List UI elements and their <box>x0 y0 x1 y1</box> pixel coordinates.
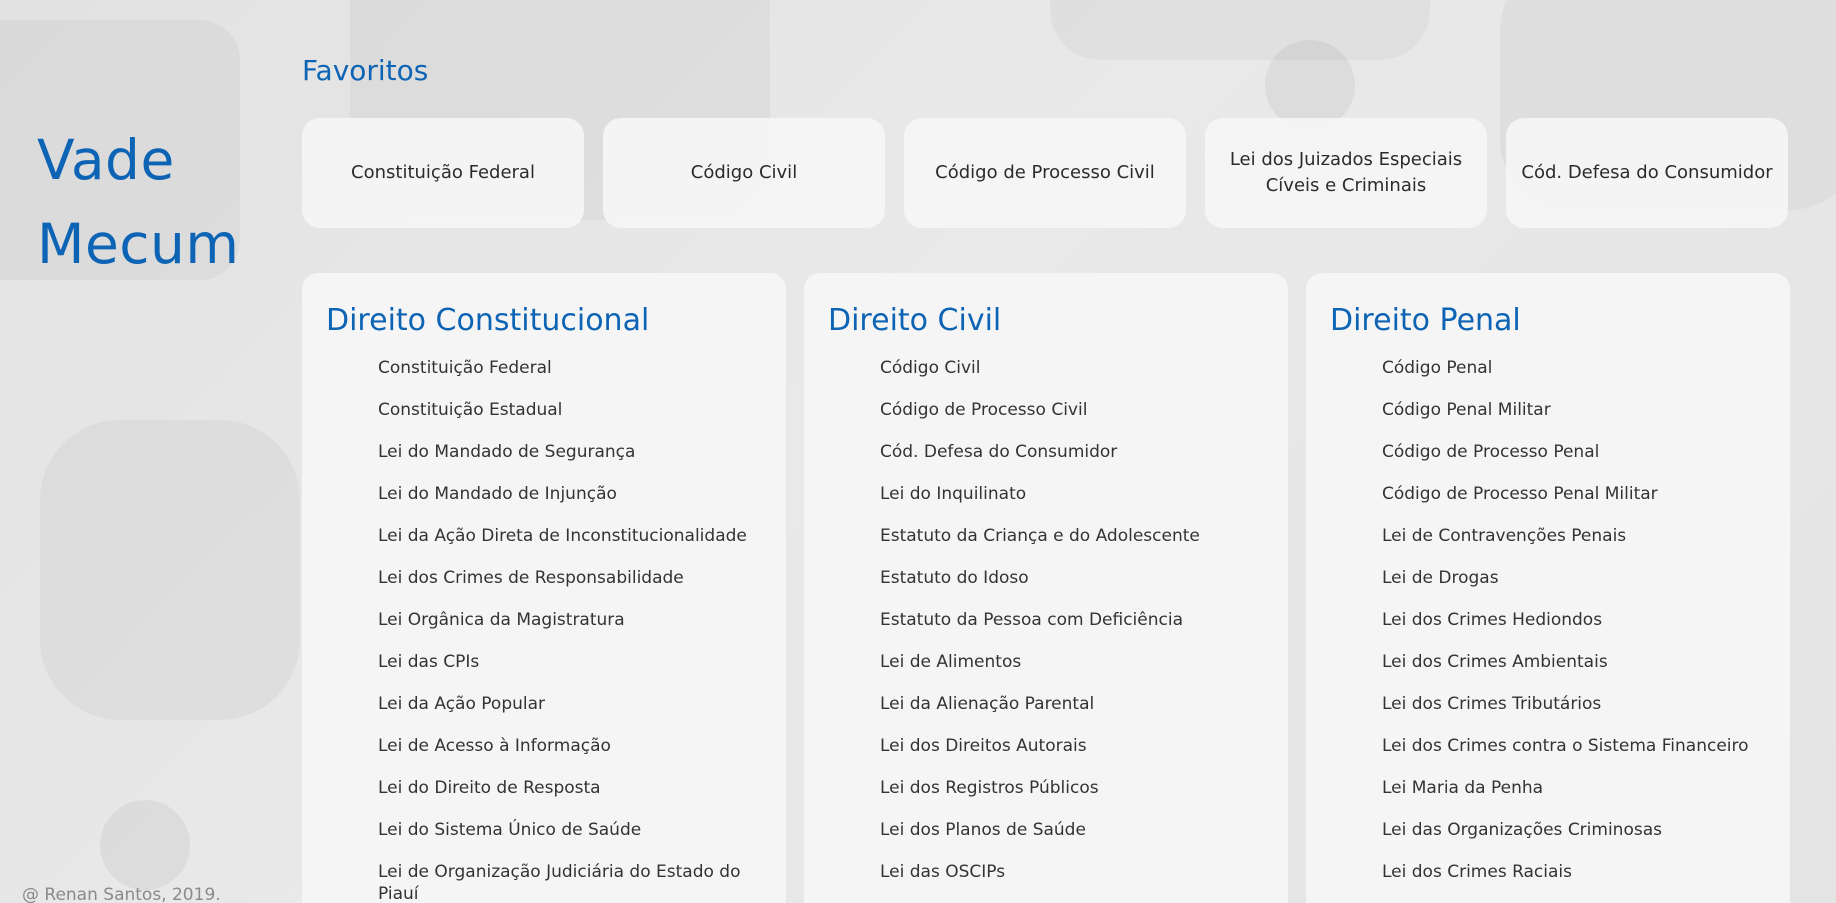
law-link[interactable]: Lei dos Crimes Raciais <box>1382 861 1790 903</box>
law-link[interactable]: Código de Processo Civil <box>880 399 1288 441</box>
law-link[interactable]: Código Penal <box>1382 357 1790 399</box>
law-link[interactable]: Lei da Ação Popular <box>378 693 786 735</box>
law-link[interactable]: Constituição Federal <box>378 357 786 399</box>
law-list: Constituição Federal Constituição Estadu… <box>326 357 786 903</box>
law-link[interactable]: Lei dos Direitos Autorais <box>880 735 1288 777</box>
section-title: Direito Constitucional <box>326 303 650 338</box>
law-link[interactable]: Código de Processo Penal <box>1382 441 1790 483</box>
copyright-footer: @ Renan Santos, 2019. <box>22 885 221 903</box>
favorite-card-constituicao-federal[interactable]: Constituição Federal <box>302 118 584 228</box>
law-link[interactable]: Código Civil <box>880 357 1288 399</box>
law-link[interactable]: Lei da Ação Direta de Inconstitucionalid… <box>378 525 786 567</box>
law-link[interactable]: Código de Processo Penal Militar <box>1382 483 1790 525</box>
law-link[interactable]: Lei de Contravenções Penais <box>1382 525 1790 567</box>
law-link[interactable]: Lei de Organização Judiciária do Estado … <box>378 861 786 903</box>
law-link[interactable]: Lei Orgânica da Magistratura <box>378 609 786 651</box>
law-link[interactable]: Cód. Defesa do Consumidor <box>880 441 1288 483</box>
law-link[interactable]: Lei dos Crimes Tributários <box>1382 693 1790 735</box>
law-list: Código Civil Código de Processo Civil Có… <box>828 357 1288 903</box>
law-link[interactable]: Lei do Direito de Resposta <box>378 777 786 819</box>
favorite-card-codigo-processo-civil[interactable]: Código de Processo Civil <box>904 118 1186 228</box>
law-list: Código Penal Código Penal Militar Código… <box>1330 357 1790 903</box>
law-link[interactable]: Lei das CPIs <box>378 651 786 693</box>
law-link[interactable]: Lei do Sistema Único de Saúde <box>378 819 786 861</box>
law-link[interactable]: Lei das OSCIPs <box>880 861 1288 903</box>
law-link[interactable]: Estatuto da Pessoa com Deficiência <box>880 609 1288 651</box>
law-link[interactable]: Lei dos Crimes de Responsabilidade <box>378 567 786 609</box>
app-title-line-1: Vade <box>37 128 175 192</box>
app-title-line-2: Mecum <box>37 212 240 276</box>
favorites-heading: Favoritos <box>302 54 429 87</box>
law-link[interactable]: Lei dos Crimes Ambientais <box>1382 651 1790 693</box>
law-link[interactable]: Constituição Estadual <box>378 399 786 441</box>
section-title: Direito Penal <box>1330 303 1521 338</box>
law-link[interactable]: Lei de Alimentos <box>880 651 1288 693</box>
section-panel-direito-constitucional: Direito Constitucional Constituição Fede… <box>302 273 786 903</box>
favorite-card-juizados-especiais[interactable]: Lei dos Juizados Especiais Cíveis e Crim… <box>1205 118 1487 228</box>
favorite-card-codigo-civil[interactable]: Código Civil <box>603 118 885 228</box>
law-link[interactable]: Lei dos Crimes contra o Sistema Financei… <box>1382 735 1790 777</box>
section-panel-direito-civil: Direito Civil Código Civil Código de Pro… <box>804 273 1288 903</box>
law-link[interactable]: Lei Maria da Penha <box>1382 777 1790 819</box>
section-panel-direito-penal: Direito Penal Código Penal Código Penal … <box>1306 273 1790 903</box>
law-link[interactable]: Lei das Organizações Criminosas <box>1382 819 1790 861</box>
favorite-card-defesa-consumidor[interactable]: Cód. Defesa do Consumidor <box>1506 118 1788 228</box>
law-link[interactable]: Lei de Drogas <box>1382 567 1790 609</box>
law-link[interactable]: Lei dos Planos de Saúde <box>880 819 1288 861</box>
law-link[interactable]: Estatuto da Criança e do Adolescente <box>880 525 1288 567</box>
law-link[interactable]: Estatuto do Idoso <box>880 567 1288 609</box>
law-link[interactable]: Lei do Mandado de Injunção <box>378 483 786 525</box>
law-link[interactable]: Lei do Inquilinato <box>880 483 1288 525</box>
law-link[interactable]: Código Penal Militar <box>1382 399 1790 441</box>
law-link[interactable]: Lei do Mandado de Segurança <box>378 441 786 483</box>
app-title: Vade Mecum <box>37 118 239 286</box>
law-link[interactable]: Lei dos Crimes Hediondos <box>1382 609 1790 651</box>
section-title: Direito Civil <box>828 303 1002 338</box>
law-link[interactable]: Lei de Acesso à Informação <box>378 735 786 777</box>
law-link[interactable]: Lei dos Registros Públicos <box>880 777 1288 819</box>
law-link[interactable]: Lei da Alienação Parental <box>880 693 1288 735</box>
favorites-list: Constituição Federal Código Civil Código… <box>302 118 1788 228</box>
